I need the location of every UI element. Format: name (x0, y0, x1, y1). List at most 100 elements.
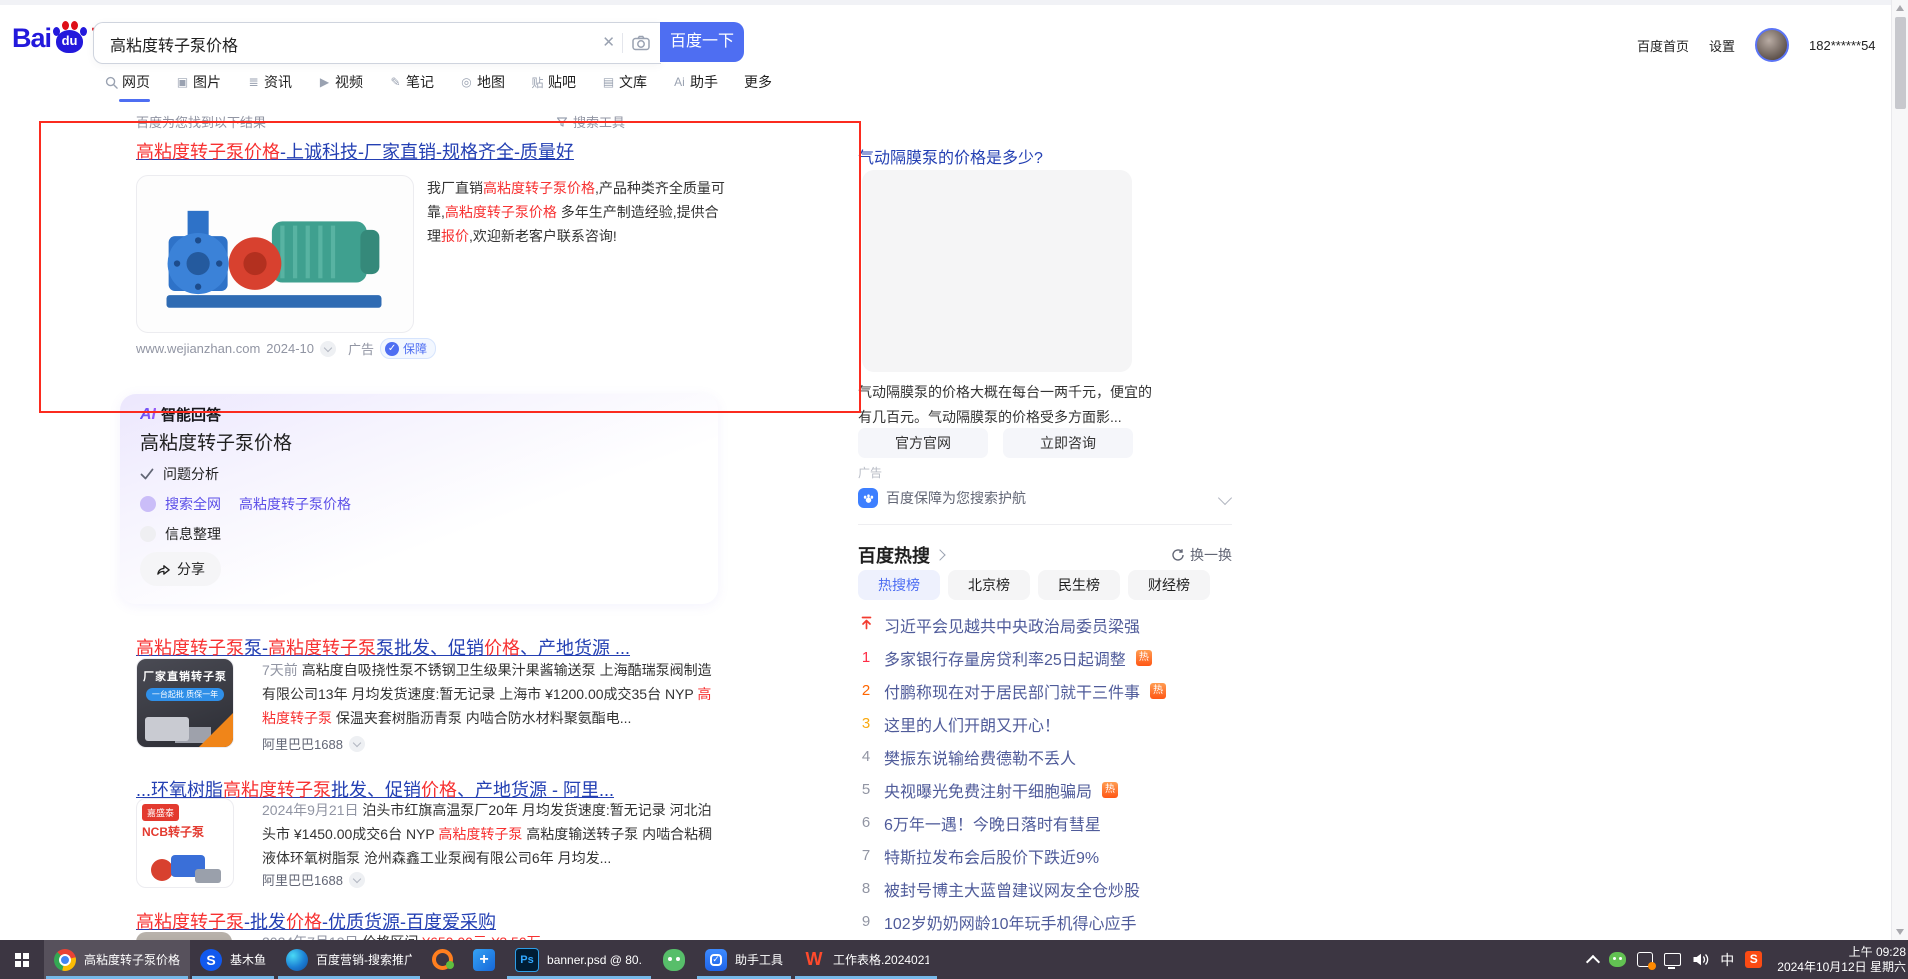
result-title[interactable]: 高粘度转子泵泵-高粘度转子泵泵批发、促销价格、产地货源 ... (136, 634, 630, 660)
clear-search-icon[interactable]: ✕ (602, 33, 615, 51)
settings-link[interactable]: 设置 (1709, 36, 1735, 55)
taskbar-chat-icon[interactable] (422, 940, 463, 979)
source-name[interactable]: 阿里巴巴1688 (262, 734, 343, 753)
user-avatar[interactable] (1755, 28, 1789, 62)
scroll-down-icon[interactable] (1896, 929, 1904, 935)
hot-rank: 8 (858, 880, 874, 897)
consult-now-button[interactable]: 立即咨询 (1003, 428, 1133, 458)
baidu-baozhang-row[interactable]: 百度保障为您搜索护航 (858, 488, 1230, 508)
hot-item-text[interactable]: 央视曝光免费注射干细胞骗局 (884, 778, 1092, 802)
ai-icon: Ai (673, 75, 686, 89)
tab-图片[interactable]: ▣图片 (176, 72, 221, 102)
hot-tab-北京榜[interactable]: 北京榜 (948, 570, 1030, 600)
tab-资讯[interactable]: ≣资讯 (247, 72, 292, 102)
baidu-home-link[interactable]: 百度首页 (1637, 36, 1689, 55)
ad-result-title[interactable]: 高粘度转子泵价格-上诚科技-厂家直销-规格齐全-质量好 (136, 138, 574, 164)
hot-item-text[interactable]: 付鹏称现在对于居民部门就干三件事 (884, 679, 1140, 703)
tab-笔记[interactable]: ✎笔记 (389, 72, 434, 102)
network-icon[interactable] (1664, 953, 1681, 966)
ad-url[interactable]: www.wejianzhan.com (136, 341, 260, 356)
task-label: 工作表格.2024021... (833, 951, 929, 968)
result-options-icon[interactable] (349, 872, 365, 888)
wechat-tray-icon[interactable] (1609, 952, 1626, 967)
result-description: 7天前 高粘度自吸挠性泵不锈钢卫生级果汁果酱输送泵 上海酷瑞泵阀制造有限公司13… (262, 658, 722, 730)
clock[interactable]: 上午 09:28 2024年10月12日 星期六 (1777, 945, 1906, 975)
hot-search-item[interactable]: 8 被封号博主大蓝曾建议网友全仓炒股 (858, 872, 1238, 905)
hot-item-text[interactable]: 这里的人们开朗又开心！ (884, 712, 1060, 736)
hot-search-item[interactable]: 习近平会见越共中央政治局委员梁强 (858, 608, 1238, 641)
tab-label: 贴吧 (548, 72, 576, 92)
ai-search-query-link[interactable]: 高粘度转子泵价格 (239, 494, 351, 514)
account-phone[interactable]: 182******54 (1809, 38, 1876, 53)
hot-search-item[interactable]: 2付鹏称现在对于居民部门就干三件事热 (858, 674, 1238, 707)
result-options-icon[interactable] (320, 341, 336, 357)
tab-地图[interactable]: ◎地图 (460, 72, 505, 102)
taskbar-chrome-task[interactable]: 高粘度转子泵价格_... (44, 940, 190, 979)
tab-助手[interactable]: Ai助手 (673, 72, 718, 102)
hot-search-item[interactable]: 7特斯拉发布会后股价下跌近9% (858, 839, 1238, 872)
search-submit-button[interactable]: 百度一下 (660, 22, 744, 62)
text-segment: 我厂直销 (427, 180, 483, 196)
ime-indicator[interactable]: 中 (1720, 950, 1734, 970)
sogou-input-icon[interactable]: S (1745, 951, 1762, 968)
taskbar-docs-icon[interactable] (463, 940, 505, 979)
hot-search-item[interactable]: 4樊振东说输给费德勒不丢人 (858, 740, 1238, 773)
screenshot-tool-icon[interactable] (1637, 952, 1653, 967)
tab-网页[interactable]: 网页 (105, 72, 150, 102)
sidebar-ad-title[interactable]: 气动隔膜泵的价格是多少? (858, 144, 1043, 168)
hot-item-text[interactable]: 被封号博主大蓝曾建议网友全仓炒股 (884, 877, 1140, 901)
camera-icon[interactable] (631, 33, 651, 58)
tab-视频[interactable]: ▶视频 (318, 72, 363, 102)
result-thumbnail[interactable]: 厂家直销转子泵 一台起批 质保一年 (136, 658, 234, 748)
chevron-down-icon[interactable] (1218, 491, 1232, 505)
magnifier-icon (105, 76, 118, 89)
hot-item-text[interactable]: 特斯拉发布会后股价下跌近9% (884, 844, 1099, 868)
tab-更多[interactable]: 更多 (744, 72, 772, 102)
result-thumbnail[interactable]: 嘉盛泰 NCB转子泵 (136, 798, 234, 888)
hot-tab-民生榜[interactable]: 民生榜 (1038, 570, 1120, 600)
taskbar-ps-task[interactable]: banner.psd @ 80.... (505, 940, 653, 979)
result-options-icon[interactable] (349, 736, 365, 752)
taskbar-edge-task[interactable]: 百度营销-搜索推广... (276, 940, 422, 979)
hot-item-text[interactable]: 102岁奶奶网龄10年玩手机得心应手 (884, 910, 1137, 934)
ad-thumbnail[interactable] (136, 175, 414, 333)
taskbar-wps-task[interactable]: 工作表格.2024021... (793, 940, 939, 979)
scroll-up-icon[interactable] (1896, 5, 1904, 11)
hot-item-text[interactable]: 习近平会见越共中央政治局委员梁强 (884, 613, 1140, 637)
image-icon: ▣ (176, 75, 189, 89)
hot-search-item[interactable]: 9 102岁奶奶网龄10年玩手机得心应手 (858, 905, 1238, 938)
hot-search-item[interactable]: 66万年一遇！今晚日落时有彗星 (858, 806, 1238, 839)
share-button[interactable]: 分享 (140, 552, 221, 586)
chevron-right-icon[interactable] (934, 549, 945, 560)
volume-icon[interactable] (1692, 952, 1709, 967)
tab-文库[interactable]: ▤文库 (602, 72, 647, 102)
hot-item-text[interactable]: 多家银行存量房贷利率25日起调整 (884, 646, 1126, 670)
hot-item-text[interactable]: 6万年一遇！今晚日落时有彗星 (884, 811, 1101, 835)
taskbar-assistant-task[interactable]: 助手工具 (695, 940, 793, 979)
sidebar-ad-image-placeholder[interactable] (862, 170, 1132, 372)
baidu-paw-icon: du (53, 21, 87, 55)
highlighted-keyword: 高粘度转子泵 (136, 638, 244, 658)
hot-search-item[interactable]: 5央视曝光免费注射干细胞骗局热 (858, 773, 1238, 806)
hot-tab-财经榜[interactable]: 财经榜 (1128, 570, 1210, 600)
hot-item-text[interactable]: 樊振东说输给费德勒不丢人 (884, 745, 1076, 769)
scrollbar-thumb[interactable] (1895, 17, 1906, 109)
hot-search-item[interactable]: 3这里的人们开朗又开心！ (858, 707, 1238, 740)
baozhang-badge[interactable]: ✓ 保障 (380, 338, 436, 359)
hot-tab-热搜榜[interactable]: 热搜榜 (858, 570, 940, 600)
official-site-button[interactable]: 官方官网 (858, 428, 988, 458)
taskbar-wechat-icon[interactable] (653, 940, 695, 979)
tab-贴吧[interactable]: 贴贴吧 (531, 72, 576, 102)
start-button[interactable] (0, 940, 44, 979)
page-scrollbar[interactable] (1891, 0, 1908, 940)
taskbar-jimuyu-task[interactable]: 基木鱼 (190, 940, 276, 979)
hot-rank: 9 (858, 913, 874, 930)
hot-search-title[interactable]: 百度热搜 (858, 542, 930, 568)
source-name[interactable]: 阿里巴巴1688 (262, 870, 343, 889)
hidden-icons-chevron[interactable] (1586, 954, 1600, 968)
refresh-button[interactable]: 换一换 (1171, 545, 1232, 565)
search-tools-button[interactable]: 搜索工具 (556, 112, 625, 131)
search-input[interactable]: 高粘度转子泵价格 ✕ (93, 22, 661, 64)
tray-date: 2024年10月12日 星期六 (1777, 960, 1906, 975)
hot-search-item[interactable]: 1多家银行存量房贷利率25日起调整热 (858, 641, 1238, 674)
